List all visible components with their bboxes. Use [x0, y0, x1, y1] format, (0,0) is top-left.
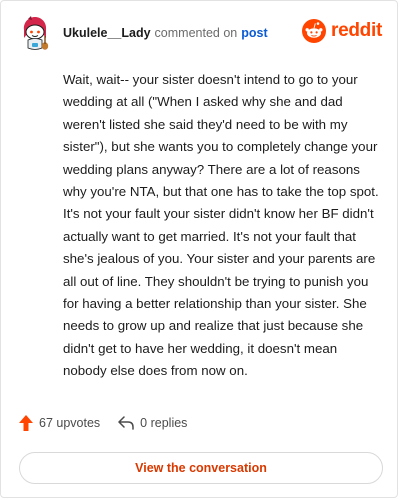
post-link[interactable]: post: [241, 26, 267, 40]
avatar[interactable]: [19, 16, 51, 52]
reddit-wordmark: reddit: [331, 20, 382, 41]
replies-stat: 0 replies: [118, 416, 187, 430]
reddit-logo-icon: [302, 19, 327, 43]
username-link[interactable]: Ukulele__Lady: [63, 26, 151, 40]
upvote-arrow-icon: [19, 415, 33, 431]
reddit-brand[interactable]: reddit: [302, 19, 382, 43]
upvotes-stat: 67 upvotes: [19, 415, 100, 431]
comment-header: Ukulele__Lady commented on post: [63, 26, 268, 40]
redditor-avatar-icon: [23, 16, 49, 50]
reply-icon: [118, 416, 134, 430]
view-conversation-button[interactable]: View the conversation: [19, 452, 383, 484]
replies-count: 0 replies: [140, 416, 188, 430]
comment-stats: 67 upvotes 0 replies: [19, 415, 187, 431]
comment-card: Ukulele__Lady commented on post reddit Wai…: [0, 0, 398, 498]
upvotes-count: 67 upvotes: [39, 416, 101, 430]
comment-body: Wait, wait-- your sister doesn't intend …: [63, 72, 379, 379]
commented-on-text: commented on: [154, 26, 238, 40]
